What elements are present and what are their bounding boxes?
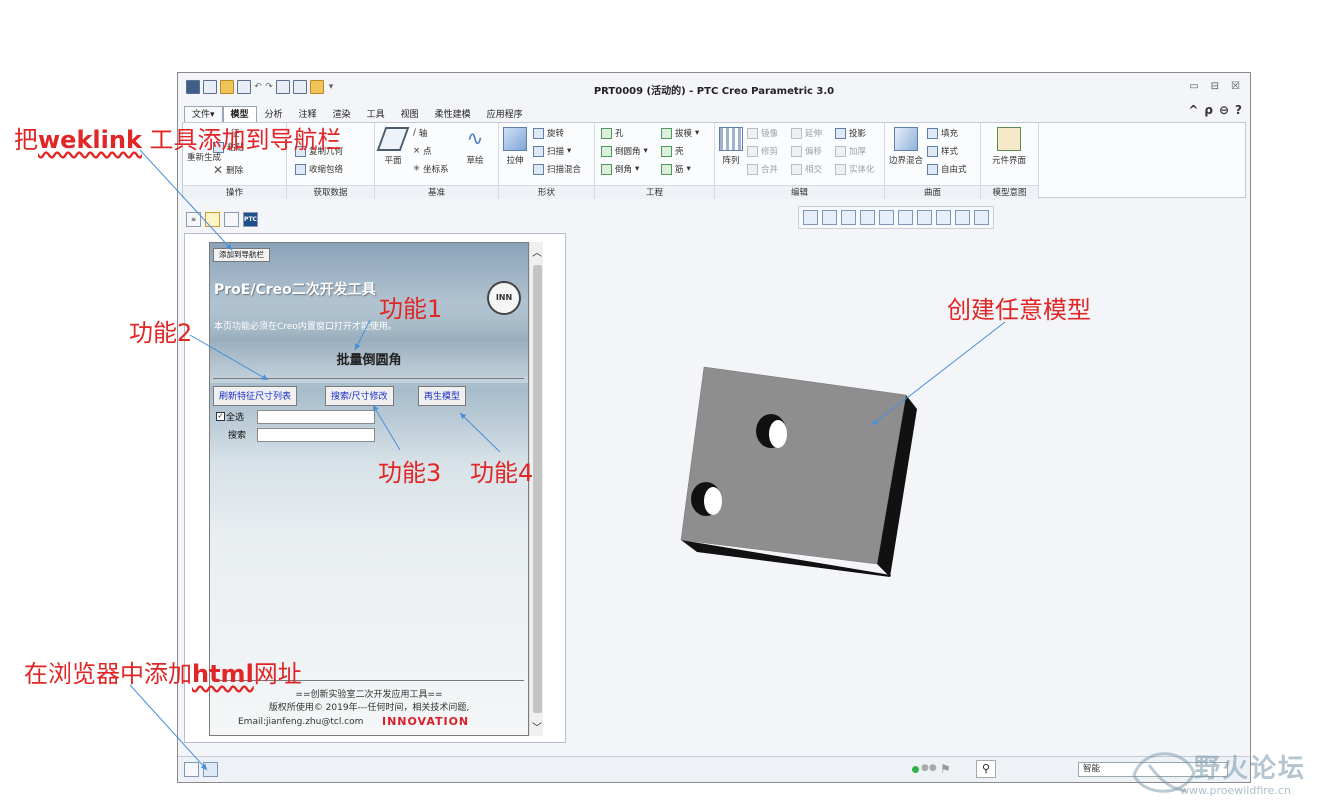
part-top-face[interactable] — [680, 366, 907, 565]
annotation-func4: 功能4 — [470, 459, 534, 487]
annotation-add-to-nav-post: 工具添加到导航栏 — [141, 126, 342, 154]
annotation-add-url-post: 网址 — [253, 660, 302, 688]
screenshot-stage: ↶ ↷ ▾ PRT0009 (活动的) - PTC Creo Parametri… — [0, 0, 1336, 812]
watermark-text: 野火论坛 — [1194, 754, 1307, 784]
annotation-add-to-nav: 把weklink 工具添加到导航栏 — [14, 120, 342, 155]
annotation-create-model: 创建任意模型 — [947, 296, 1091, 324]
annotation-weklink: weklink — [38, 126, 142, 154]
annotation-func2: 功能2 — [129, 319, 193, 347]
watermark-url: www.proewildfire.cn — [1180, 784, 1291, 797]
annotation-html: html — [192, 660, 254, 688]
annotation-add-url-pre: 在浏览器中添加 — [24, 660, 192, 688]
annotation-func1: 功能1 — [379, 295, 443, 323]
annotation-add-to-nav-pre: 把 — [14, 126, 38, 154]
annotation-add-url: 在浏览器中添加html网址 — [24, 654, 302, 689]
annotation-func3: 功能3 — [378, 459, 442, 487]
